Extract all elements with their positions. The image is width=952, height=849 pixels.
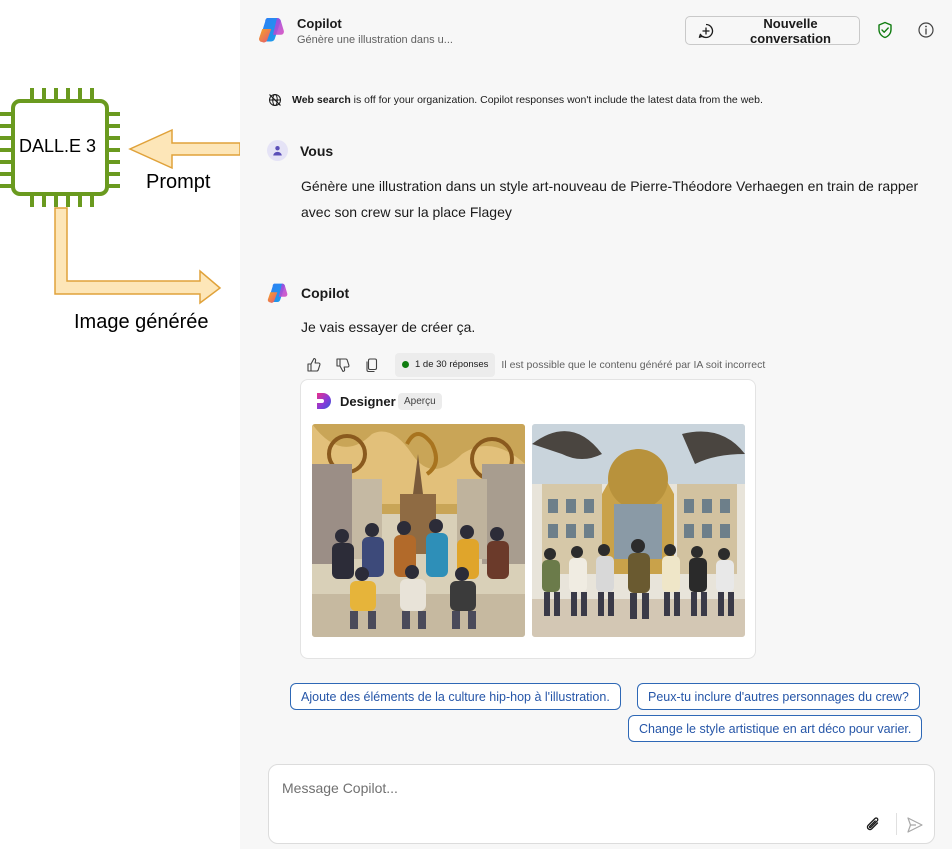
- person-icon: [273, 146, 282, 156]
- designer-card: Designer Aperçu: [300, 379, 756, 659]
- prompt-arrow: [128, 128, 240, 170]
- generated-image-1[interactable]: [312, 424, 525, 637]
- web-search-notice: Web search is off for your organization.…: [268, 93, 763, 107]
- shield-check-icon[interactable]: [876, 21, 894, 39]
- web-search-bold: Web search: [292, 94, 351, 106]
- status-dot: [402, 361, 409, 368]
- designer-title: Designer: [340, 394, 396, 409]
- composer-divider: [896, 813, 897, 835]
- globe-off-icon: [269, 94, 281, 106]
- generated-image-label: Image générée: [74, 311, 209, 333]
- user-message-text: Génère une illustration dans un style ar…: [301, 178, 919, 220]
- preview-badge: Aperçu: [398, 393, 442, 410]
- response-count-text: 1 de 30 réponses: [415, 359, 489, 370]
- copilot-panel: Copilot Génère une illustration dans u..…: [240, 0, 952, 849]
- bot-author: Copilot: [301, 285, 350, 301]
- chip-label: DALL.E 3: [19, 136, 97, 156]
- generated-image-1-graphic: [312, 424, 525, 637]
- chat-header: Copilot Génère une illustration dans u..…: [240, 0, 952, 62]
- paperclip-icon[interactable]: [863, 815, 883, 835]
- generated-image-2[interactable]: [532, 424, 745, 637]
- send-icon[interactable]: [906, 816, 924, 834]
- new-conversation-button[interactable]: Nouvelle conversation: [685, 15, 860, 46]
- copilot-avatar-icon: [267, 283, 288, 303]
- copy-button[interactable]: [364, 352, 393, 377]
- thumbs-up-button[interactable]: [306, 352, 335, 377]
- screenshot-root: DALL.E 3 Prompt Image générée Copilot Gé…: [0, 0, 952, 849]
- message-composer: [268, 764, 935, 844]
- header-title: Copilot: [297, 16, 342, 31]
- generated-image-2-graphic: [532, 424, 745, 637]
- header-subtitle: Génère une illustration dans u...: [297, 34, 453, 46]
- new-conversation-label: Nouvelle conversation: [750, 15, 831, 46]
- suggestion-chip-3[interactable]: Change le style artistique en art déco p…: [628, 715, 923, 742]
- thumbs-up-icon: [307, 357, 321, 372]
- message-actions: 1 de 30 réponses Il est possible que le …: [306, 352, 765, 377]
- web-search-text: Web search is off for your organization.…: [292, 94, 763, 106]
- ai-disclaimer: Il est possible que le contenu généré pa…: [501, 358, 766, 371]
- designer-logo-icon: [317, 393, 331, 409]
- bot-message-text: Je vais essayer de créer ça.: [301, 319, 476, 335]
- user-avatar: [267, 140, 288, 161]
- copy-icon: [366, 357, 378, 372]
- response-counter: 1 de 30 réponses: [395, 352, 496, 377]
- user-author: Vous: [300, 142, 334, 159]
- image-arrow: [54, 207, 222, 305]
- web-search-rest: is off for your organization. Copilot re…: [350, 94, 763, 106]
- message-input[interactable]: [282, 777, 882, 799]
- thumbs-down-icon: [336, 357, 350, 372]
- suggestion-chip-2[interactable]: Peux-tu inclure d'autres personnages du …: [637, 683, 920, 710]
- new-chat-icon: [698, 23, 714, 38]
- annotation-diagram: DALL.E 3 Prompt Image générée: [0, 0, 240, 849]
- thumbs-down-button[interactable]: [335, 352, 364, 377]
- suggestion-chip-1[interactable]: Ajoute des éléments de la culture hip-ho…: [290, 683, 621, 710]
- user-message-header: Vous: [267, 140, 333, 161]
- diagram-graphics: [0, 88, 240, 305]
- info-icon[interactable]: [917, 21, 935, 39]
- bot-message-header: Copilot: [267, 282, 349, 304]
- copilot-logo-icon: [259, 18, 284, 43]
- prompt-label: Prompt: [146, 171, 211, 193]
